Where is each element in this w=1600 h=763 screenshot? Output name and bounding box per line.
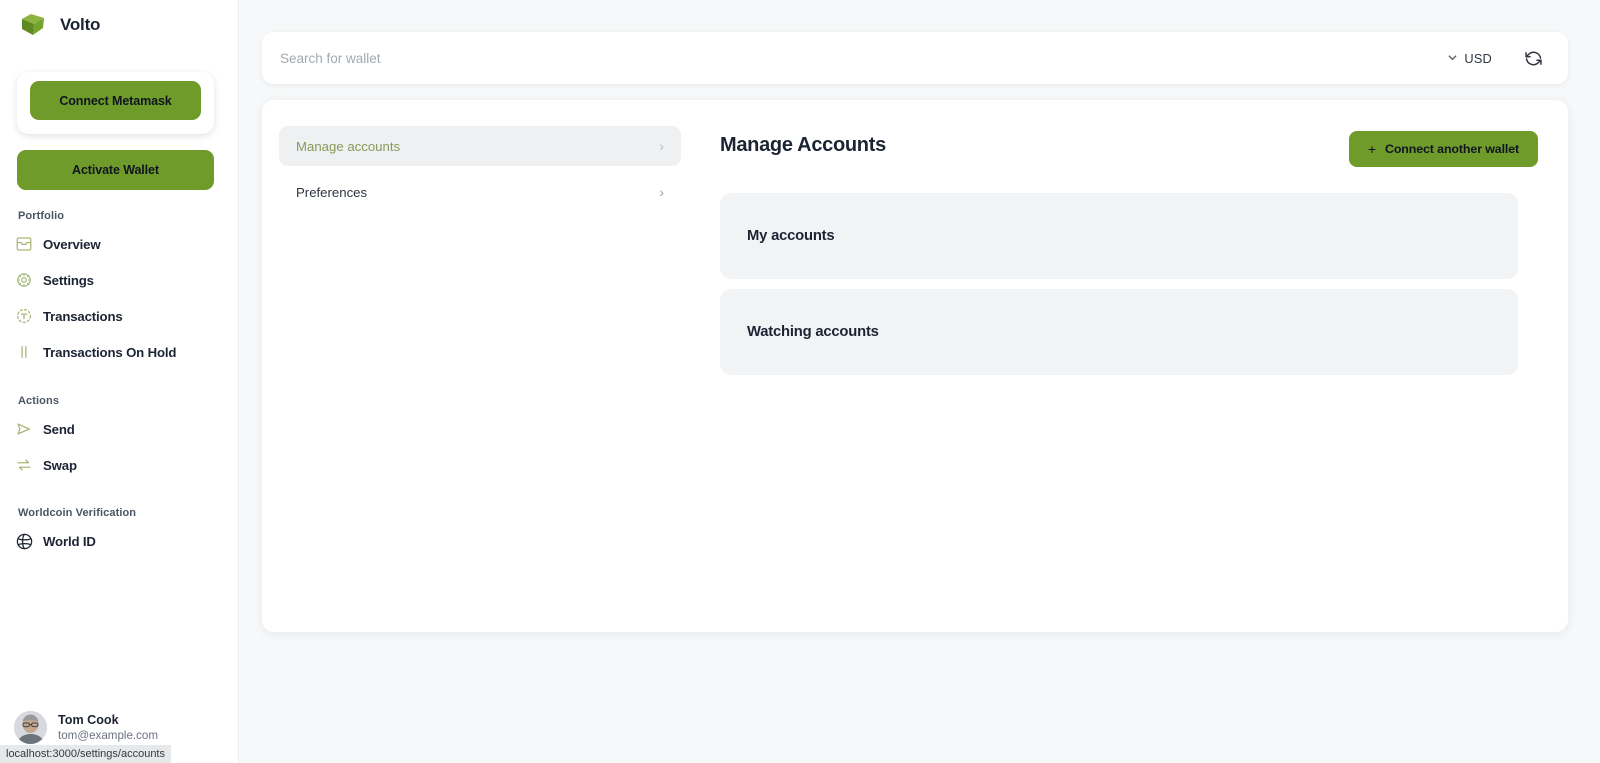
refresh-icon[interactable]	[1523, 48, 1544, 69]
settings-nav-label: Preferences	[296, 184, 368, 200]
sidebar-section-label-portfolio: Portfolio	[18, 210, 65, 222]
account-group-title: Watching accounts	[747, 324, 879, 340]
sidebar-item-label: Transactions	[43, 308, 123, 324]
swap-icon	[14, 455, 34, 475]
plus-icon: +	[1367, 141, 1376, 157]
connect-metamask-button[interactable]: Connect Metamask	[30, 81, 201, 120]
page-title: Manage Accounts	[720, 134, 886, 156]
sidebar-section-label-actions: Actions	[18, 395, 60, 407]
gear-icon	[14, 270, 34, 290]
user-profile[interactable]: Tom Cook tom@example.com	[14, 704, 226, 750]
main-area: USD Manage accounts › Preferences › Mana…	[239, 0, 1600, 763]
connect-another-wallet-label: Connect another wallet	[1384, 142, 1520, 156]
profile-name: Tom Cook	[58, 712, 119, 727]
sidebar: Volto Connect Metamask Activate Wallet P…	[0, 0, 239, 763]
status-bar-url: localhost:3000/settings/accounts	[0, 745, 171, 763]
brand-name: Volto	[60, 15, 101, 34]
settings-nav-item-preferences[interactable]: Preferences ›	[279, 172, 681, 212]
volto-cube-logo-icon	[18, 10, 48, 40]
chevron-right-icon: ›	[659, 138, 664, 154]
sidebar-section-label-worldcoin: Worldcoin Verification	[18, 507, 137, 519]
sidebar-item-overview[interactable]: Overview	[14, 231, 224, 257]
sidebar-item-transactions[interactable]: Transactions	[14, 303, 224, 329]
currency-label: USD	[1464, 51, 1492, 66]
sidebar-item-transactions-on-hold[interactable]: Transactions On Hold	[14, 339, 224, 365]
sidebar-item-send[interactable]: Send	[14, 416, 224, 442]
connect-metamask-card: Connect Metamask	[17, 72, 214, 134]
inbox-icon	[14, 234, 34, 254]
sidebar-item-label: Transactions On Hold	[43, 344, 177, 360]
settings-content-card: Manage accounts › Preferences › Manage A…	[262, 100, 1568, 632]
search-input[interactable]	[280, 32, 1380, 84]
send-icon	[14, 419, 34, 439]
settings-nav-item-manage-accounts[interactable]: Manage accounts ›	[279, 126, 681, 166]
profile-text: Tom Cook tom@example.com	[58, 713, 158, 742]
account-group-my-accounts[interactable]: My accounts	[720, 193, 1518, 279]
settings-nav-label: Manage accounts	[296, 138, 401, 154]
sidebar-item-swap[interactable]: Swap	[14, 452, 224, 478]
avatar	[14, 710, 47, 744]
chevron-right-icon: ›	[659, 184, 664, 200]
sidebar-item-label: World ID	[43, 533, 96, 549]
sidebar-item-world-id[interactable]: World ID	[14, 528, 224, 554]
account-group-title: My accounts	[747, 228, 835, 244]
sidebar-item-settings[interactable]: Settings	[14, 267, 224, 293]
brand: Volto	[18, 10, 100, 40]
pause-icon	[14, 342, 34, 362]
sidebar-item-label: Send	[43, 421, 75, 437]
account-group-watching-accounts[interactable]: Watching accounts	[720, 289, 1518, 375]
world-id-globe-icon	[14, 531, 34, 551]
settings-nav: Manage accounts › Preferences ›	[279, 126, 681, 218]
search-bar: USD	[262, 32, 1568, 84]
activate-wallet-button[interactable]: Activate Wallet	[17, 150, 214, 190]
chevron-down-icon	[1447, 50, 1458, 68]
connect-another-wallet-button[interactable]: + Connect another wallet	[1349, 131, 1538, 167]
currency-selector[interactable]: USD	[1447, 49, 1492, 68]
sidebar-item-label: Settings	[43, 272, 94, 288]
profile-email: tom@example.com	[58, 728, 159, 742]
dashed-circle-icon	[14, 306, 34, 326]
sidebar-item-label: Swap	[43, 457, 77, 473]
sidebar-item-label: Overview	[43, 236, 101, 252]
